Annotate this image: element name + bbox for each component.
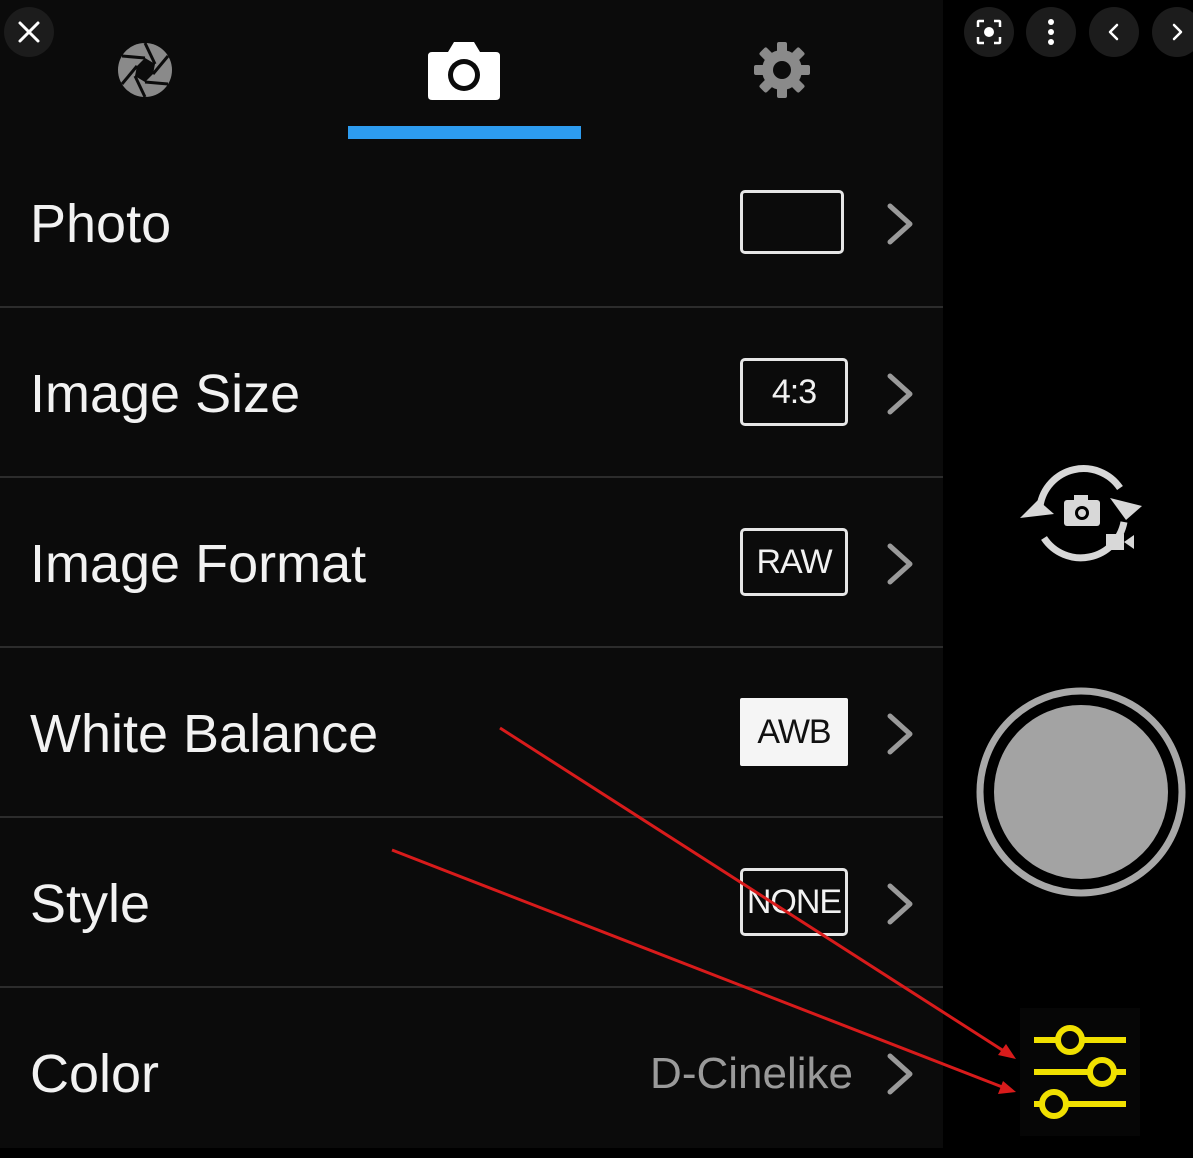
lens-search-icon bbox=[976, 19, 1002, 45]
close-icon bbox=[18, 21, 40, 43]
settings-tab-bar bbox=[0, 0, 943, 140]
sliders-icon bbox=[1034, 1025, 1126, 1119]
divider bbox=[0, 306, 943, 308]
chevron-right-icon bbox=[887, 1053, 913, 1095]
annotation-arrowhead bbox=[998, 1081, 1016, 1094]
chevron-right-icon bbox=[887, 203, 913, 245]
chevron-left-icon bbox=[1108, 23, 1119, 41]
active-tab-indicator bbox=[348, 126, 581, 139]
setting-row-white-balance[interactable]: White Balance AWB bbox=[0, 650, 943, 818]
color-value: D-Cinelike bbox=[650, 1049, 853, 1098]
shutter-button[interactable] bbox=[975, 686, 1187, 898]
photo-mode-badge bbox=[740, 190, 844, 254]
camera-video-switch-icon bbox=[1020, 465, 1142, 562]
white-balance-badge: AWB bbox=[740, 698, 848, 766]
previous-button[interactable] bbox=[1089, 7, 1139, 57]
camera-adjust-button[interactable] bbox=[1020, 1008, 1140, 1136]
setting-label: White Balance bbox=[30, 704, 379, 764]
close-button[interactable] bbox=[4, 7, 54, 57]
divider bbox=[0, 816, 943, 818]
setting-label: Style bbox=[30, 874, 151, 934]
setting-label: Image Format bbox=[30, 534, 367, 594]
annotation-arrowhead bbox=[998, 1044, 1016, 1059]
divider bbox=[0, 646, 943, 648]
chevron-right-icon bbox=[887, 373, 913, 415]
setting-row-style[interactable]: Style NONE bbox=[0, 820, 943, 988]
divider bbox=[0, 986, 943, 988]
setting-row-image-format[interactable]: Image Format RAW bbox=[0, 480, 943, 648]
next-button[interactable] bbox=[1152, 7, 1193, 57]
camera-settings-panel: Photo Image Size 4:3 Image Format RAW Wh… bbox=[0, 0, 943, 1148]
image-format-badge: RAW bbox=[740, 528, 848, 596]
more-options-button[interactable] bbox=[1026, 7, 1076, 57]
setting-row-photo[interactable]: Photo bbox=[0, 140, 943, 308]
style-badge: NONE bbox=[740, 868, 848, 936]
camera-icon bbox=[428, 42, 500, 100]
tab-camera[interactable] bbox=[404, 20, 524, 120]
divider bbox=[0, 476, 943, 478]
setting-label: Image Size bbox=[30, 364, 301, 424]
image-size-badge: 4:3 bbox=[740, 358, 848, 426]
chevron-right-icon bbox=[887, 713, 913, 755]
chevron-right-icon bbox=[887, 543, 913, 585]
tab-aperture[interactable] bbox=[85, 20, 205, 120]
setting-row-color[interactable]: Color D-Cinelike bbox=[0, 990, 943, 1158]
shutter-icon bbox=[976, 687, 1186, 897]
switch-camera-video-button[interactable] bbox=[1018, 458, 1146, 566]
setting-label: Photo bbox=[30, 194, 172, 254]
more-vertical-icon bbox=[1048, 19, 1054, 45]
setting-row-image-size[interactable]: Image Size 4:3 bbox=[0, 310, 943, 478]
gear-icon bbox=[754, 42, 810, 98]
tab-gear[interactable] bbox=[722, 20, 842, 120]
chevron-right-icon bbox=[887, 883, 913, 925]
lens-search-button[interactable] bbox=[964, 7, 1014, 57]
chevron-right-icon bbox=[1172, 23, 1183, 41]
setting-label: Color bbox=[30, 1044, 160, 1104]
aperture-icon bbox=[118, 42, 172, 98]
